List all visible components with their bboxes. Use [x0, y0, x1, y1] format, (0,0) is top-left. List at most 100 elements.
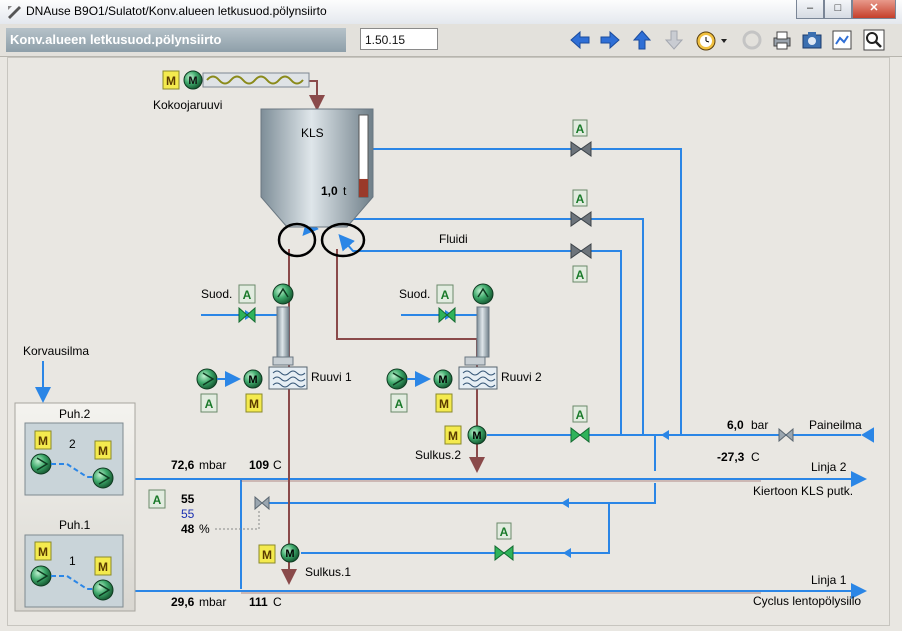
paineilma-label: Paineilma [809, 418, 862, 432]
puh2-mode-right: M [98, 444, 108, 458]
control-valve-output-unit: % [199, 522, 210, 536]
air-temp-unit: C [751, 450, 760, 464]
zoom-icon[interactable] [862, 28, 886, 52]
close-button[interactable]: ✕ [852, 0, 896, 19]
dust-kokoojaruuvi [309, 80, 325, 111]
puh2-label: Puh.2 [59, 407, 91, 421]
sulkus2-label: Sulkus.2 [415, 448, 461, 462]
kokoojaruuvi-label: Kokoojaruuvi [153, 98, 222, 112]
ruuvi1-label: Ruuvi 1 [311, 370, 352, 384]
control-valve-process-value: 55 [181, 507, 195, 521]
ruuvi1-motor-label: M [248, 374, 257, 386]
kls-label: KLS [301, 126, 324, 140]
header-valve-mode: A [576, 408, 585, 422]
puh1-mode-left: M [38, 545, 48, 559]
suod1-connector [272, 356, 294, 366]
linja2-temp-value: 109 [249, 458, 269, 472]
chevron-down-icon[interactable] [718, 28, 730, 52]
paineilma-inlet [861, 427, 874, 443]
ruuvi2-motor-label: M [438, 374, 447, 386]
control-valve-link [215, 509, 260, 530]
control-valve[interactable] [254, 495, 270, 511]
sulkus1-mode: M [262, 548, 272, 562]
linja1-label: Linja 1 [811, 573, 847, 587]
header-bar: Konv.alueen letkusuod.pölynsiirto 1.50.1… [0, 24, 902, 57]
control-valve-mode: A [153, 493, 162, 507]
puh1-mode-right: M [98, 560, 108, 574]
suod2-valve-mode: A [441, 288, 450, 302]
air-return-line [263, 483, 656, 504]
refresh-icon[interactable] [740, 28, 764, 52]
air-sulkus1-line [301, 503, 610, 554]
suod1-valve[interactable] [238, 306, 256, 324]
ruuvi1-feed-mode: A [205, 397, 214, 411]
sulkus1-label: Sulkus.1 [305, 565, 351, 579]
control-valve-setpoint: 55 [181, 492, 195, 506]
ruuvi2-feed-mode: A [395, 397, 404, 411]
sulkus1-motor-label: M [285, 548, 294, 560]
ruuvi2-label: Ruuvi 2 [501, 370, 542, 384]
title-bar: DNAuse B9O1/Sulatot/Konv.alueen letkusuo… [0, 0, 902, 24]
suod2-connector [464, 356, 486, 366]
valve-fluidi-upper[interactable]: A [570, 189, 592, 227]
linja1-temp-unit: C [273, 595, 282, 609]
up-icon[interactable] [630, 28, 654, 52]
linja1-pressure-unit: mbar [199, 595, 226, 609]
application-window: DNAuse B9O1/Sulatot/Konv.alueen letkusuo… [0, 0, 902, 631]
air-pipes [35, 147, 874, 599]
linja2-pressure-value: 72,6 [171, 458, 195, 472]
kokoojaruuvi-motor-label: M [188, 75, 197, 87]
paineilma-valve[interactable] [778, 427, 794, 443]
screenshot-icon[interactable] [830, 28, 854, 52]
forward-icon[interactable] [598, 28, 622, 52]
sulkus1-valve[interactable]: A [494, 522, 514, 562]
process-diagram: M M Kokoojaruuvi KLS 1,0 t Fluidi A A A … [14, 70, 874, 612]
suod1-filter [276, 306, 290, 358]
paineilma-pressure-value: 6,0 [727, 418, 744, 432]
suod2-filter [476, 306, 490, 358]
air-temp-value: -27,3 [717, 450, 745, 464]
suod2-label: Suod. [399, 287, 430, 301]
suod2-fan[interactable] [472, 283, 494, 305]
print-icon[interactable] [770, 28, 794, 52]
suod1-fan[interactable] [272, 283, 294, 305]
korvausilma-label: Korvausilma [23, 344, 89, 358]
control-valve-output: 48 [181, 522, 195, 536]
address-field[interactable]: 1.50.15 [360, 28, 438, 50]
back-icon[interactable] [568, 28, 592, 52]
kokoojaruuvi-mode-label: M [166, 74, 176, 88]
ruuvi1-mode: M [249, 397, 259, 411]
ruuvi2-mode: M [439, 397, 449, 411]
kls-level-value: 1,0 [321, 184, 338, 198]
sulkus2-mode: M [448, 429, 458, 443]
cyclus-label: Cyclus lentopölysiilo [753, 594, 861, 608]
suod1-label: Suod. [201, 287, 232, 301]
camera-icon[interactable] [800, 28, 824, 52]
valve-fluidi-lower-mode: A [576, 268, 585, 282]
process-canvas: M M Kokoojaruuvi KLS 1,0 t Fluidi A A A … [7, 57, 890, 626]
linja1-pressure-value: 29,6 [171, 595, 195, 609]
minimize-button[interactable]: – [796, 0, 824, 19]
sulkus1-valve-mode: A [500, 525, 509, 539]
clock-icon[interactable] [694, 28, 718, 52]
sulkus2-motor-label: M [472, 430, 481, 442]
kls-level-fill [359, 178, 368, 197]
linja2-pressure-unit: mbar [199, 458, 226, 472]
puh1-label: Puh.1 [59, 518, 91, 532]
linja2-temp-unit: C [273, 458, 282, 472]
header-valve[interactable]: A [570, 405, 590, 444]
puh1-number: 1 [69, 554, 76, 568]
suod2-valve[interactable] [438, 306, 456, 324]
suod1-valve-mode: A [243, 288, 252, 302]
page-title: Konv.alueen letkusuod.pölynsiirto [6, 28, 346, 52]
window-title: DNAuse B9O1/Sulatot/Konv.alueen letkusuo… [26, 4, 327, 18]
maximize-button[interactable]: □ [824, 0, 852, 19]
valve-fluidi-lower[interactable]: A [570, 243, 592, 283]
kiertoon-label: Kiertoon KLS putk. [753, 484, 853, 498]
valve-kls-top-mode: A [576, 122, 585, 136]
valve-kls-top[interactable]: A [570, 119, 592, 157]
highlight-circle-left [277, 222, 317, 258]
down-icon[interactable] [662, 28, 686, 52]
linja1-temp-value: 111 [249, 595, 268, 609]
fluidi-label: Fluidi [439, 232, 468, 246]
